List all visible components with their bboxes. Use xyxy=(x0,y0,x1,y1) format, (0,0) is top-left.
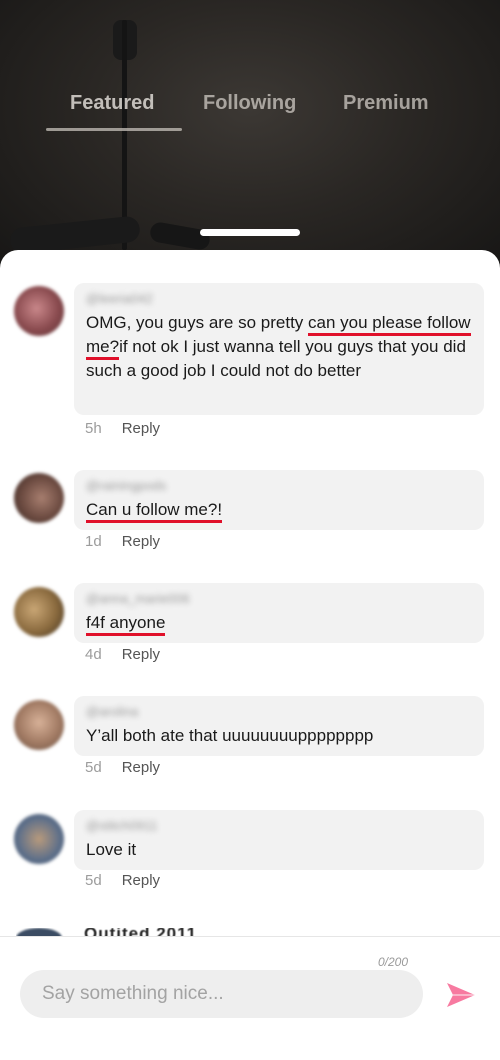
reply-button[interactable]: Reply xyxy=(122,872,160,889)
avatar[interactable] xyxy=(14,700,64,750)
comment-username[interactable]: @leeria042 xyxy=(86,291,472,306)
comment-text: Can u follow me?! xyxy=(86,498,472,523)
comment-text-part: Y’all both ate that uuuuuuuupppppppp xyxy=(86,726,374,745)
comment-time: 5d xyxy=(85,872,102,889)
reply-button[interactable]: Reply xyxy=(122,759,160,776)
comment-text: Y’all both ate that uuuuuuuupppppppp xyxy=(86,724,472,748)
comment-text-part: if not ok I just wanna tell you guys tha… xyxy=(86,337,466,380)
comment-username[interactable]: @anna_marie006 xyxy=(86,591,472,606)
comment-bubble: @stitch0911 Love it xyxy=(74,810,484,870)
comment-text-part: Love it xyxy=(86,840,137,859)
comment-time: 5d xyxy=(85,759,102,776)
avatar[interactable] xyxy=(14,587,64,637)
comment-username[interactable]: @arolina xyxy=(86,704,472,719)
feed-tabs: Featured Following Premium xyxy=(0,92,500,132)
highlighted-text: f4f anyone xyxy=(86,613,166,636)
comment-meta: 5d Reply xyxy=(85,759,160,776)
avatar[interactable] xyxy=(14,473,64,523)
tab-featured[interactable]: Featured xyxy=(70,92,154,115)
comment-time: 1d xyxy=(85,533,102,550)
comment-composer: 0/200 xyxy=(0,936,500,1060)
comment-username[interactable]: @rainingpods xyxy=(86,478,472,493)
comment-time: 5h xyxy=(85,420,102,437)
comment-bubble: @anna_marie006 f4f anyone xyxy=(74,583,484,643)
tab-following[interactable]: Following xyxy=(203,92,296,115)
ceiling-fan-blade xyxy=(148,220,212,252)
tab-premium[interactable]: Premium xyxy=(343,92,429,115)
reply-button[interactable]: Reply xyxy=(122,420,160,437)
reply-button[interactable]: Reply xyxy=(122,646,160,663)
comment-meta: 5d Reply xyxy=(85,872,160,889)
send-icon[interactable] xyxy=(445,979,477,1011)
comment-text: f4f anyone xyxy=(86,611,472,636)
comment-time: 4d xyxy=(85,646,102,663)
comment-input[interactable] xyxy=(20,970,423,1018)
active-tab-indicator xyxy=(46,128,182,131)
comment-bubble: @arolina Y’all both ate that uuuuuuuuppp… xyxy=(74,696,484,756)
sheet-drag-handle[interactable] xyxy=(200,229,300,236)
comment-bubble: @rainingpods Can u follow me?! xyxy=(74,470,484,530)
comment-text-part: OMG, you guys are so pretty xyxy=(86,313,309,332)
comment-meta: 1d Reply xyxy=(85,533,160,550)
highlighted-text: Can u follow me?! xyxy=(86,500,223,523)
comment-meta: 4d Reply xyxy=(85,646,160,663)
comment-username[interactable]: @stitch0911 xyxy=(86,818,472,833)
avatar[interactable] xyxy=(14,814,64,864)
comment-meta: 5h Reply xyxy=(85,420,160,437)
comment-text: Love it xyxy=(86,838,472,862)
avatar[interactable] xyxy=(14,286,64,336)
comment-bubble: @leeria042 OMG, you guys are so pretty c… xyxy=(74,283,484,415)
reply-button[interactable]: Reply xyxy=(122,533,160,550)
character-counter: 0/200 xyxy=(377,955,408,969)
comment-text: OMG, you guys are so pretty can you plea… xyxy=(86,311,472,383)
